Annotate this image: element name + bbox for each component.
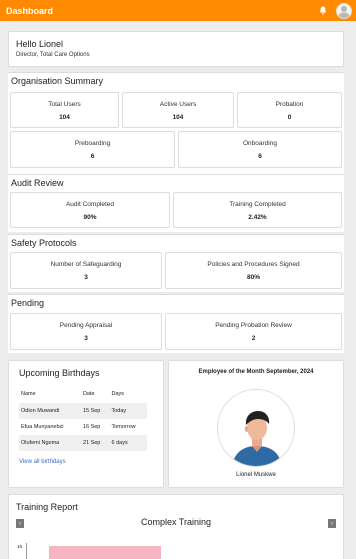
stat-label: Pending Appraisal [59,322,113,329]
employee-avatar [217,389,295,467]
stat-label: Number of Safeguarding [50,261,122,268]
column-header-name: Name [21,391,36,397]
stat-total-users[interactable]: Total Users 104 [10,92,119,128]
stat-probation[interactable]: Probation 0 [237,92,342,128]
stat-value: 6 [258,153,262,160]
table-row: Olufemi Ngoma 21 Sep 6 days [19,435,147,451]
top-bar-actions [319,2,352,19]
employee-of-month-card: Employee of the Month September, 2024 Li… [168,360,344,488]
stat-active-users[interactable]: Active Users 104 [122,92,234,128]
stat-value: 2.42% [248,214,267,221]
birthday-days: Tomorrow [111,424,136,430]
training-report-title: Training Report [16,502,78,512]
stat-value: 6 [90,153,95,160]
stat-onboarding[interactable]: Onboarding 6 [178,131,342,168]
stat-value: 104 [172,114,184,121]
stat-label: Onboarding [243,140,277,147]
stat-value: 0 [287,114,292,121]
section-title: Audit Review [11,178,64,188]
birthday-days: Today [109,403,147,419]
y-axis-line [26,543,27,559]
stat-value: 80% [246,274,260,281]
employee-name: Lionel Muskwe [236,472,276,478]
person-illustration-icon [232,411,282,466]
stat-label: Audit Completed [65,201,115,208]
stat-value: 2 [251,335,256,342]
column-header-days: Days [111,391,125,397]
stat-label: Training Completed [229,201,286,208]
training-report-card: Training Report Complex Training ‹ › 15 [8,494,344,559]
stat-policies-signed[interactable]: Policies and Procedures Signed 80% [165,252,342,289]
upcoming-birthdays-card: Upcoming Birthdays Name Date Days Odion … [8,360,164,488]
stat-value: 3 [84,335,88,342]
training-chart-title: Complex Training [140,517,212,527]
birthday-date: 16 Sep [82,424,101,430]
stat-label: Pending Probation Review [215,322,292,329]
stat-value: 3 [84,274,88,281]
greeting-card: Hello Lionel Director, Total Care Option… [8,31,344,67]
birthday-date: 15 Sep [80,403,110,419]
stat-preboarding[interactable]: Preboarding 6 [10,131,175,168]
chevron-right-icon[interactable]: › [328,519,336,528]
bell-icon[interactable] [319,6,327,15]
stat-label: Probation [275,101,304,108]
table-row: Odion Muwandi 15 Sep Today [19,403,147,419]
section-title: Safety Protocols [11,238,77,248]
view-all-birthdays-link[interactable]: View all birthdays [19,459,153,465]
table-header-row: Name Date Days [19,388,147,403]
birthday-name: Olufemi Ngoma [19,435,81,451]
stat-value: 90% [83,214,97,221]
column-header-date: Date [82,391,95,397]
app-title: Dashboard [6,5,54,16]
stat-pending-appraisal[interactable]: Pending Appraisal 3 [10,313,162,350]
table-row: Efua Munyanebzi 16 Sep Tomorrow [19,419,147,435]
y-axis-tick: 15 [17,544,23,549]
greeting-text: Hello Lionel [16,39,64,49]
employee-of-month-title: Employee of the Month September, 2024 [198,369,314,375]
training-bar [49,546,161,559]
stat-label: Total Users [48,101,81,108]
section-title: Organisation Summary [11,76,104,86]
birthday-days: 6 days [109,435,147,451]
stat-label: Active Users [159,101,197,108]
chevron-left-icon[interactable]: ‹ [16,519,24,528]
stat-label: Policies and Procedures Signed [207,261,300,268]
birthday-name: Odion Muwandi [19,403,81,419]
birthday-date: 21 Sep [80,435,110,451]
birthday-name: Efua Munyanebzi [21,424,64,430]
stat-pending-probation-review[interactable]: Pending Probation Review 2 [165,313,342,350]
top-bar: Dashboard [0,0,356,21]
stat-training-completed[interactable]: Training Completed 2.42% [173,192,342,228]
section-title: Pending [11,298,45,308]
user-role: Director, Total Care Options [16,52,90,58]
birthdays-title: Upcoming Birthdays [19,368,100,378]
stat-audit-completed[interactable]: Audit Completed 90% [10,192,170,228]
stat-value: 104 [59,114,70,121]
stat-safeguarding[interactable]: Number of Safeguarding 3 [10,252,162,289]
birthdays-table: Name Date Days Odion Muwandi 15 Sep Toda… [19,388,147,451]
user-avatar-icon[interactable] [336,2,352,19]
stat-label: Preboarding [74,140,111,147]
